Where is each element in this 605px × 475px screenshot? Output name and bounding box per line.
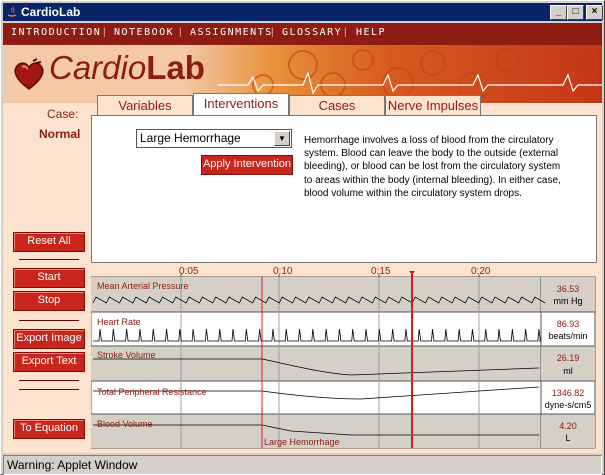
menu-bar: INTRODUCTION | NOTEBOOK | ASSIGNMENTS | …: [3, 23, 602, 45]
status-text: Warning: Applet Window: [7, 458, 138, 472]
export-text-button[interactable]: Export Text: [13, 352, 85, 372]
logo-part-cardio: Cardio: [49, 49, 147, 86]
intervention-select[interactable]: Large Hemorrhage ▼: [136, 129, 292, 148]
maximize-button[interactable]: □: [567, 5, 584, 20]
readout-unit-sv: ml: [563, 366, 573, 376]
reset-all-button[interactable]: Reset All: [13, 232, 85, 252]
trace-chart-svg: 0:05 0:10 0:15 0:20 Mean Arterial Pressu…: [90, 266, 596, 449]
divider: [19, 380, 79, 381]
menu-introduction[interactable]: INTRODUCTION: [11, 27, 101, 38]
window-title: CardioLab: [21, 5, 81, 19]
readout-value-map: 36.53: [557, 284, 580, 294]
intervention-description: Hemorrhage involves a loss of blood from…: [304, 135, 561, 199]
case-value: Normal: [39, 127, 81, 141]
status-bar: Warning: Applet Window: [3, 455, 602, 475]
logo-part-lab: Lab: [146, 49, 205, 86]
series-label-blood-volume: Blood Volume: [97, 419, 153, 429]
time-tick-label: 0:20: [471, 266, 491, 277]
intervention-select-value: Large Hemorrhage: [140, 131, 241, 145]
chevron-down-icon[interactable]: ▼: [274, 131, 290, 146]
menu-help[interactable]: HELP: [356, 27, 386, 38]
export-image-button[interactable]: Export Image: [13, 329, 85, 349]
divider: [19, 320, 79, 321]
divider: [19, 259, 79, 260]
readout-band-map: [541, 277, 595, 312]
tab-interventions[interactable]: Interventions: [193, 93, 289, 117]
series-label-stroke-volume: Stroke Volume: [97, 350, 156, 360]
series-label-total-peripheral-resistance: Total Peripheral Resistance: [97, 387, 207, 397]
readout-value-bv: 4.20: [559, 421, 577, 431]
readout-value-hr: 86.93: [557, 319, 580, 329]
menu-separator: |: [103, 27, 106, 38]
tab-variables[interactable]: Variables: [97, 95, 193, 116]
applet-window: CardioLab _ □ × INTRODUCTION | NOTEBOOK …: [0, 0, 605, 475]
readout-unit-map: mm Hg: [554, 296, 583, 306]
divider: [19, 389, 79, 390]
start-button[interactable]: Start: [13, 268, 85, 288]
readout-value-tpr: 1346.82: [552, 388, 585, 398]
time-tick-label: 0:05: [179, 266, 199, 277]
tab-cases[interactable]: Cases: [289, 95, 385, 116]
case-label: Case:: [47, 107, 79, 121]
minimize-button[interactable]: _: [550, 5, 567, 20]
time-tick-label: 0:15: [371, 266, 391, 277]
readout-unit-tpr: dyne-s/cm5: [545, 400, 592, 410]
readout-unit-hr: beats/min: [548, 331, 587, 341]
series-label-heart-rate: Heart Rate: [97, 317, 141, 327]
to-equation-button[interactable]: To Equation: [13, 419, 85, 439]
cardiolab-applet: INTRODUCTION | NOTEBOOK | ASSIGNMENTS | …: [3, 23, 602, 453]
heart-logo-icon: [14, 58, 44, 90]
readout-value-sv: 26.19: [557, 353, 580, 363]
playhead-handle[interactable]: [409, 271, 415, 275]
intervention-marker-label: Large Hemorrhage: [264, 437, 340, 447]
sv-band: [91, 346, 541, 381]
series-label-mean-arterial-pressure: Mean Arterial Pressure: [97, 281, 189, 291]
time-tick-label: 0:10: [273, 266, 293, 277]
menu-glossary[interactable]: GLOSSARY: [282, 27, 342, 38]
menu-assignments[interactable]: ASSIGNMENTS: [190, 27, 273, 38]
tab-nerve-impulses[interactable]: Nerve Impulses: [385, 95, 481, 116]
trace-chart: 0:05 0:10 0:15 0:20 Mean Arterial Pressu…: [90, 265, 597, 450]
java-app-icon: [6, 6, 18, 18]
title-bar[interactable]: CardioLab _ □ ×: [3, 3, 603, 21]
apply-intervention-button[interactable]: Apply Intervention: [201, 155, 293, 175]
readout-unit-bv: L: [565, 433, 570, 443]
cardiolab-logo: CardioLab: [49, 49, 205, 87]
close-button[interactable]: ×: [586, 5, 603, 20]
menu-separator: |: [344, 27, 347, 38]
interventions-panel: Large Hemorrhage ▼ Apply Intervention He…: [91, 115, 597, 263]
menu-separator: |: [179, 27, 182, 38]
menu-notebook[interactable]: NOTEBOOK: [114, 27, 174, 38]
stop-button[interactable]: Stop: [13, 291, 85, 311]
menu-separator: |: [271, 27, 274, 38]
